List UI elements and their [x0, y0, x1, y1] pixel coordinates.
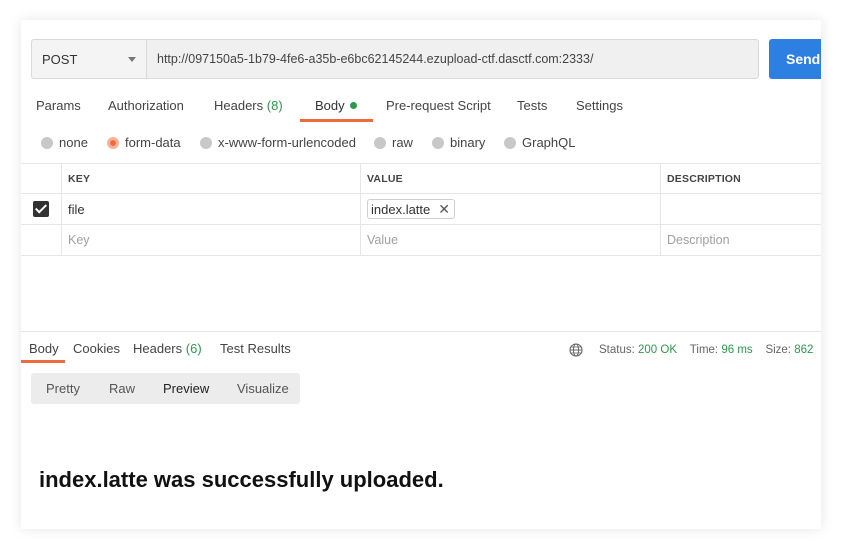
- radio-binary-label: binary: [450, 135, 486, 150]
- row-value-cell[interactable]: index.latte ✕: [361, 194, 661, 224]
- header-check-cell: [21, 164, 62, 193]
- method-label: POST: [42, 51, 78, 67]
- status-value[interactable]: 200 OK: [638, 344, 677, 356]
- header-description: DESCRIPTION: [667, 172, 741, 185]
- tab-authorization-label: Authorization: [108, 98, 184, 113]
- radio-circle: [504, 136, 516, 149]
- radio-none-label: none: [59, 135, 88, 150]
- globe-icon[interactable]: [569, 343, 583, 357]
- header-key: KEY: [62, 164, 361, 193]
- tab-settings-label: Settings: [576, 98, 623, 113]
- row-check-cell: [21, 194, 62, 224]
- radio-graphql-label: GraphQL: [522, 135, 576, 150]
- tab-headers[interactable]: Headers (8): [214, 98, 283, 113]
- response-status: Status: 200 OK Time: 96 ms Size: 862: [569, 340, 813, 360]
- tab-body[interactable]: Body: [315, 98, 357, 113]
- view-mode-raw[interactable]: Raw: [109, 381, 135, 396]
- response-tab-headers[interactable]: Headers (6): [133, 341, 202, 356]
- radio-binary[interactable]: binary: [432, 135, 485, 150]
- new-key-field[interactable]: Key: [62, 225, 361, 255]
- send-button[interactable]: Send: [769, 39, 821, 79]
- new-value-field[interactable]: Value: [361, 225, 661, 255]
- response-active-tab-underline: [21, 360, 65, 363]
- radio-form-data-label: form-data: [125, 135, 181, 150]
- view-mode-visualize[interactable]: Visualize: [237, 381, 289, 396]
- radio-raw[interactable]: raw: [374, 135, 413, 150]
- url-input[interactable]: http://097150a5-1b79-4fe6-a35b-e6bc62145…: [147, 39, 759, 79]
- status-label: Status:: [599, 344, 635, 356]
- response-tab-test-results-label: Test Results: [220, 341, 291, 356]
- key-placeholder: Key: [68, 233, 90, 247]
- tab-headers-label: Headers: [214, 98, 264, 113]
- body-indicator-dot: [349, 102, 357, 109]
- radio-circle: [374, 136, 386, 149]
- response-tab-test-results[interactable]: Test Results: [220, 341, 291, 356]
- new-description-field[interactable]: Description: [661, 225, 821, 255]
- method-select[interactable]: POST: [31, 39, 147, 79]
- postman-panel: POST http://097150a5-1b79-4fe6-a35b-e6bc…: [21, 20, 821, 529]
- time-value[interactable]: 96 ms: [721, 344, 752, 356]
- tab-tests[interactable]: Tests: [517, 98, 547, 113]
- pane-divider[interactable]: [21, 331, 821, 332]
- row-enabled-checkbox[interactable]: [33, 201, 49, 217]
- url-text: http://097150a5-1b79-4fe6-a35b-e6bc62145…: [157, 52, 594, 66]
- size-value[interactable]: 862: [794, 344, 813, 356]
- header-value: VALUE: [361, 164, 661, 193]
- response-tab-body[interactable]: Body: [29, 341, 59, 356]
- radio-none[interactable]: none: [41, 135, 88, 150]
- tab-params-label: Params: [36, 98, 81, 113]
- radio-raw-label: raw: [392, 135, 413, 150]
- tab-body-label: Body: [315, 98, 345, 113]
- tab-headers-count: (8): [266, 98, 283, 113]
- radio-circle: [432, 136, 444, 149]
- time-label: Time:: [689, 344, 719, 356]
- file-chip: index.latte ✕: [367, 199, 455, 219]
- view-mode-preview[interactable]: Preview: [163, 381, 209, 396]
- new-row-check-cell: [21, 225, 62, 255]
- table-row-new: Key Value Description: [21, 225, 821, 256]
- radio-form-data[interactable]: form-data: [107, 135, 181, 150]
- radio-urlencoded-label: x-www-form-urlencoded: [218, 135, 356, 150]
- radio-circle-checked: [107, 136, 119, 149]
- tab-settings[interactable]: Settings: [576, 98, 623, 113]
- tab-authorization[interactable]: Authorization: [108, 98, 184, 113]
- radio-circle: [41, 136, 53, 149]
- response-tab-body-label: Body: [29, 341, 59, 356]
- response-preview-text: index.latte was successfully uploaded.: [39, 467, 444, 492]
- radio-graphql[interactable]: GraphQL: [504, 135, 575, 150]
- tab-params[interactable]: Params: [36, 98, 81, 113]
- close-icon[interactable]: ✕: [438, 201, 450, 218]
- response-tab-headers-label: Headers: [133, 341, 183, 356]
- tab-pre-request-script[interactable]: Pre-request Script: [386, 98, 491, 113]
- view-mode-toggle: Pretty Raw Preview Visualize: [31, 373, 300, 404]
- radio-x-www-form-urlencoded[interactable]: x-www-form-urlencoded: [200, 135, 356, 150]
- response-tab-cookies-label: Cookies: [73, 341, 120, 356]
- row-key-cell[interactable]: file: [62, 194, 361, 224]
- table-row: file index.latte ✕: [21, 194, 821, 225]
- table-header-row: KEY VALUE DESCRIPTION: [21, 163, 821, 194]
- description-placeholder: Description: [667, 233, 730, 247]
- size-label: Size:: [765, 344, 792, 356]
- form-data-table: KEY VALUE DESCRIPTION file index.latte ✕: [21, 163, 821, 256]
- tab-pre-request-script-label: Pre-request Script: [386, 98, 491, 113]
- view-mode-pretty[interactable]: Pretty: [46, 381, 80, 396]
- chevron-down-icon: [128, 57, 136, 62]
- tab-tests-label: Tests: [517, 98, 548, 113]
- value-placeholder: Value: [367, 233, 399, 247]
- request-tabs: Params Authorization Headers (8) Body Pr…: [21, 94, 821, 124]
- radio-circle: [200, 136, 212, 149]
- file-chip-name: index.latte: [371, 201, 431, 217]
- row-description-cell[interactable]: [661, 194, 821, 224]
- send-button-label: Send: [786, 51, 821, 67]
- body-type-radios: none form-data x-www-form-urlencoded raw…: [21, 133, 821, 153]
- response-tab-headers-count: (6): [185, 341, 202, 356]
- row-key-text: file: [68, 201, 85, 217]
- response-tab-cookies[interactable]: Cookies: [73, 341, 120, 356]
- active-tab-underline: [300, 119, 373, 122]
